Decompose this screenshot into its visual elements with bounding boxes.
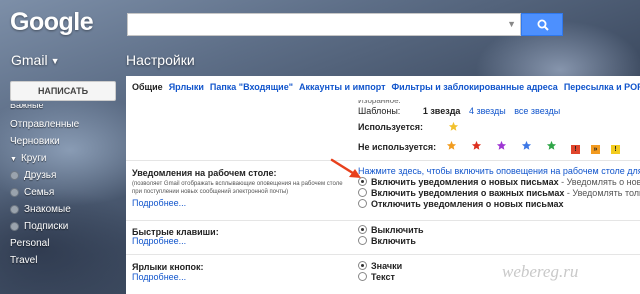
star-icon[interactable] (448, 121, 459, 134)
sidebar-item-label: Personal (10, 238, 50, 249)
radio-label: Выключить (371, 225, 424, 235)
tab-settings[interactable]: Общие (132, 82, 163, 92)
circle-dot-icon (10, 205, 19, 214)
sidebar-item-label: Семья (24, 187, 55, 198)
chevron-down-icon[interactable]: ▼ (507, 19, 516, 29)
chevrons-icon[interactable]: » (591, 145, 600, 154)
radio-button[interactable] (358, 272, 367, 281)
star-icon[interactable] (446, 140, 460, 153)
radio-label: Отключить уведомления о новых письмах (371, 199, 564, 209)
triangle-down-icon: ▼ (10, 156, 17, 163)
radio-option[interactable]: Текст (358, 272, 395, 282)
radio-option[interactable]: Отключить уведомления о новых письмах (358, 199, 564, 209)
sidebar-item-label: Travel (10, 255, 38, 266)
gmail-menu[interactable]: Gmail ▼ (11, 52, 59, 68)
tab-settings[interactable]: Фильтры и заблокированные адреса (391, 82, 557, 92)
sidebar-item-label: Друзья (24, 170, 57, 181)
settings-tabs: Общие Ярлыки Папка "Входящие" Аккаунты и им… (126, 82, 640, 92)
search-icon (537, 19, 549, 31)
star-icon[interactable] (521, 140, 535, 153)
sidebar-item-label: Важные (10, 104, 44, 110)
sidebar-item[interactable]: Важные (0, 104, 118, 112)
sidebar-item[interactable]: Отправленные (0, 116, 118, 133)
top-bar: Google ▼ (0, 0, 640, 46)
tab-settings[interactable]: Пересылка и POP (564, 82, 640, 92)
stars-presets-row: Шаблоны: 1 звезда 4 звезды все звезды (358, 106, 560, 116)
sidebar-item[interactable]: Друзья (0, 167, 118, 184)
tab-settings[interactable]: Аккаунты и импорт (299, 82, 386, 92)
divider (126, 254, 640, 255)
radio-option[interactable]: Включить уведомления о важных письмах - … (358, 188, 640, 198)
desktop-notifications-label: Уведомления на рабочем столе: (132, 168, 277, 178)
enable-desktop-notifications-link[interactable]: Нажмите здесь, чтобы включить оповещения… (358, 166, 640, 176)
radio-button[interactable] (358, 188, 367, 197)
tab-settings[interactable]: Ярлыки (169, 82, 204, 92)
radio-button[interactable] (358, 236, 367, 245)
star-icon[interactable] (496, 140, 510, 153)
sidebar: Важные Отправленные Черновики ▼ Круги Друзья С… (0, 104, 118, 269)
search-button[interactable] (521, 13, 563, 36)
page-title: Настройки (126, 52, 195, 68)
caret-down-icon: ▼ (50, 56, 60, 67)
radio-description: - Уведомлять только о важных (566, 188, 640, 198)
search-input[interactable]: ▼ (127, 13, 521, 36)
annotation-arrow-icon (330, 158, 361, 178)
sidebar-item-label: Подписки (24, 221, 69, 232)
sidebar-item[interactable]: Подписки (0, 218, 118, 235)
radio-label: Включить (371, 236, 416, 246)
stars-presets-label: Шаблоны: (358, 106, 401, 116)
radio-option[interactable]: Выключить (358, 225, 424, 235)
stars-unused-label: Не используется: (358, 142, 437, 152)
stars-unused-row: Не используется: ! »! (358, 140, 620, 154)
exclamation-icon[interactable]: ! (571, 145, 580, 154)
sidebar-item[interactable]: ▼ Круги (0, 150, 118, 167)
gmail-label: Gmail (11, 52, 48, 68)
sidebar-item[interactable]: Семья (0, 184, 118, 201)
stars-used-icons (448, 121, 459, 134)
sidebar-item[interactable]: Personal (0, 235, 118, 252)
sidebar-item-label: Знакомые (24, 204, 71, 215)
star-icon[interactable] (546, 140, 560, 153)
divider (126, 220, 640, 221)
compose-button[interactable]: НАПИСАТЬ (10, 81, 116, 101)
button-labels-label: Ярлыки кнопок: (132, 262, 204, 272)
radio-description: - Уведомлять о новых письмах (561, 177, 640, 187)
stars-used-row: Используется: (358, 121, 459, 132)
radio-label: Включить уведомления о новых письмах (371, 177, 559, 187)
radio-label: Текст (371, 272, 395, 282)
exclamation-icon[interactable]: ! (611, 145, 620, 154)
radio-label: Значки (371, 261, 403, 271)
watermark: webereg.ru (502, 262, 579, 281)
stars-preset-one[interactable]: 1 звезда (423, 106, 461, 116)
radio-option[interactable]: Включить (358, 236, 416, 246)
radio-button[interactable] (358, 225, 367, 234)
stars-unused-icons: ! »! (446, 140, 631, 154)
radio-button[interactable] (358, 199, 367, 208)
desktop-notifications-description: (позволяет Gmail отображать всплывающие … (132, 181, 343, 195)
circle-dot-icon (10, 188, 19, 197)
divider (126, 160, 640, 161)
button-labels-more-link[interactable]: Подробнее... (132, 272, 186, 282)
sidebar-item-label: Черновики (10, 136, 60, 147)
circle-dot-icon (10, 222, 19, 231)
sidebar-item[interactable]: Знакомые (0, 201, 118, 218)
sidebar-item[interactable]: Travel (0, 252, 118, 269)
google-logo[interactable]: Google (10, 8, 94, 37)
radio-label: Включить уведомления о важных письмах (371, 188, 565, 198)
circle-dot-icon (10, 171, 19, 180)
sidebar-item-label: Круги (20, 153, 47, 164)
shortcuts-more-link[interactable]: Подробнее... (132, 236, 186, 246)
stars-preset-four[interactable]: 4 звезды (469, 106, 506, 116)
stars-preset-all[interactable]: все звезды (514, 106, 560, 116)
radio-button[interactable] (358, 261, 367, 270)
desktop-notifications-more-link[interactable]: Подробнее... (132, 198, 186, 208)
tab-settings[interactable]: Папка "Входящие" (210, 82, 293, 92)
star-icon[interactable] (471, 140, 485, 153)
sidebar-item[interactable]: Черновики (0, 133, 118, 150)
stars-used-label: Используется: (358, 122, 423, 132)
radio-option[interactable]: Включить уведомления о новых письмах - У… (358, 177, 640, 187)
radio-option[interactable]: Значки (358, 261, 402, 271)
sidebar-item-label: Отправленные (10, 119, 80, 130)
